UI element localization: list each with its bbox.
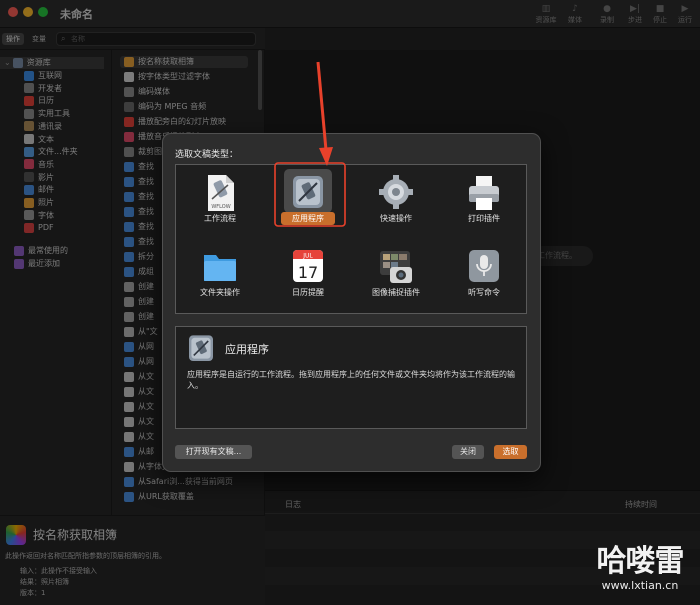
annotation-arrow-shaft bbox=[316, 61, 328, 151]
annotation-box bbox=[274, 162, 346, 227]
watermark-brand: 哈喽雷 bbox=[596, 544, 685, 579]
watermark: 哈喽雷 www.lxtian.cn bbox=[585, 545, 695, 593]
annotation-overlay bbox=[274, 61, 346, 227]
watermark-url: www.lxtian.cn bbox=[601, 579, 679, 592]
